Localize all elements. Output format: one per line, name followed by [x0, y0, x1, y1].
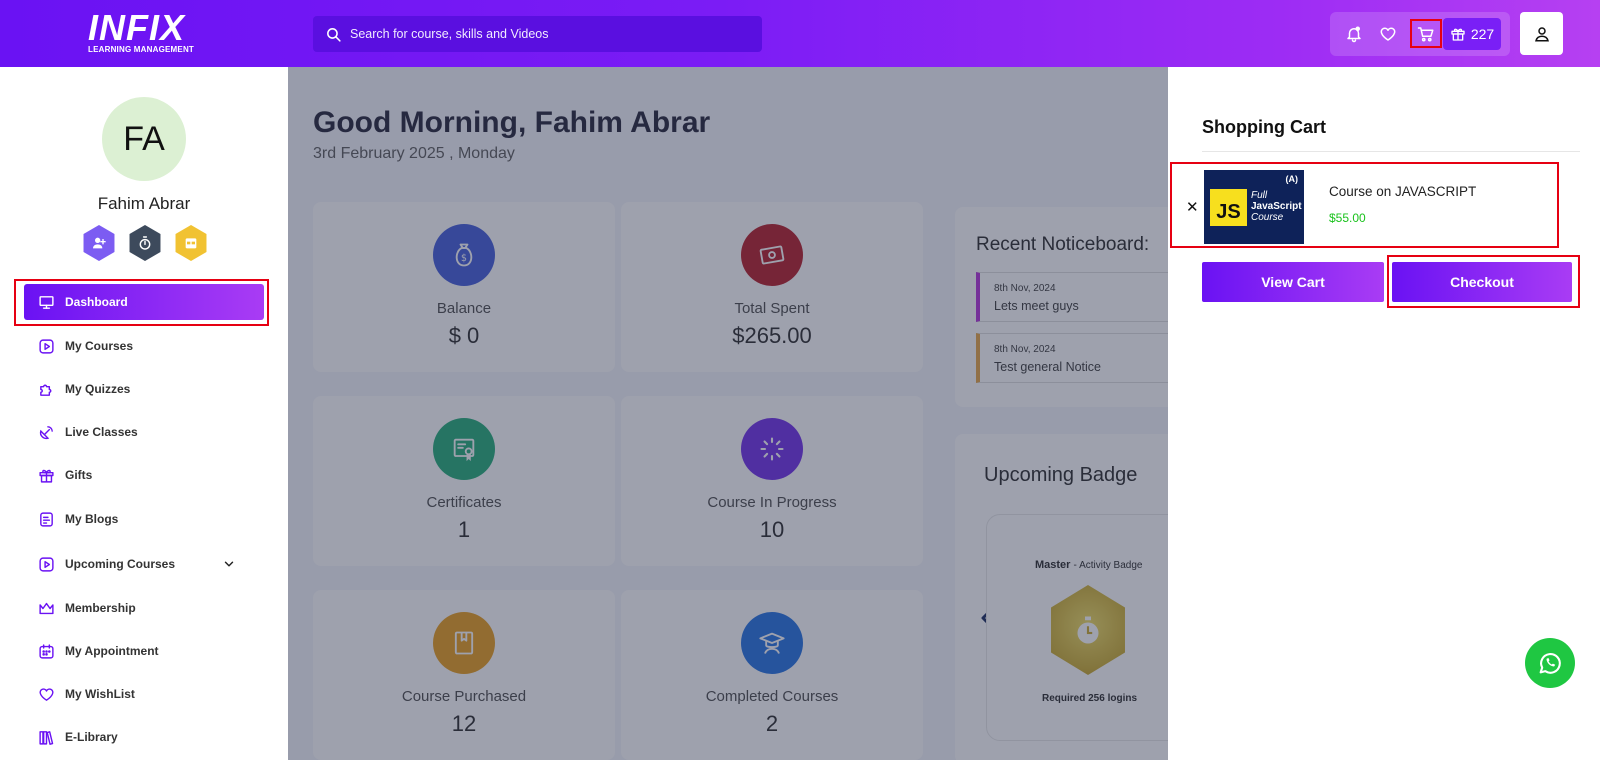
avatar[interactable]: FA — [102, 97, 186, 181]
search-bar — [313, 16, 762, 52]
sidebar-item-e-library[interactable]: E-Library — [24, 718, 264, 756]
cart-icon — [1417, 26, 1434, 41]
thumbnail-caption-line: Course — [1251, 212, 1284, 223]
stopwatch-icon — [139, 236, 151, 250]
sidebar-item-dashboard[interactable]: Dashboard — [24, 284, 264, 320]
thumbnail-caption-line: Full — [1251, 190, 1268, 201]
badge-timer[interactable] — [129, 225, 161, 261]
play-square-icon — [39, 338, 54, 354]
gift-icon — [39, 469, 54, 483]
sidebar-item-my-appointment[interactable]: My Appointment — [24, 632, 264, 670]
cart-item: ✕ (A) JS Full JavaScript Course Course o… — [1170, 162, 1559, 248]
calendar-icon — [185, 238, 197, 249]
checkout-button[interactable]: Checkout — [1392, 262, 1572, 302]
add-user-icon — [93, 237, 106, 249]
crown-icon — [39, 602, 54, 614]
sidebar: FA Fahim Abrar Dashboard My Courses My Q… — [0, 67, 288, 760]
sidebar-item-label: My WishList — [65, 687, 135, 701]
chevron-down-icon[interactable] — [222, 557, 236, 571]
sidebar-item-my-quizzes[interactable]: My Quizzes — [24, 370, 264, 408]
sidebar-item-my-courses[interactable]: My Courses — [24, 327, 264, 365]
sidebar-item-label: E-Library — [65, 730, 118, 744]
gift-icon — [1451, 28, 1465, 41]
sidebar-item-label: My Appointment — [65, 644, 159, 658]
search-input[interactable] — [350, 27, 750, 41]
sidebar-item-label: My Quizzes — [65, 382, 131, 396]
cart-item-price: $55.00 — [1329, 211, 1366, 225]
sidebar-item-label: Membership — [65, 601, 136, 615]
sidebar-item-live-classes[interactable]: Live Classes — [24, 413, 264, 451]
satellite-icon — [39, 425, 53, 439]
top-bar: INFIX LEARNING MANAGEMENT 227 — [0, 0, 1600, 67]
angular-logo-icon: (A) — [1285, 174, 1299, 184]
course-thumbnail[interactable]: (A) JS Full JavaScript Course — [1204, 170, 1304, 244]
thumbnail-caption: Full JavaScript Course — [1251, 190, 1302, 223]
user-name: Fahim Abrar — [97, 194, 191, 213]
wishlist-button[interactable] — [1376, 22, 1400, 46]
bell-icon — [1347, 26, 1361, 43]
js-logo: JS — [1210, 189, 1247, 226]
sidebar-item-my-wishlist[interactable]: My WishList — [24, 675, 264, 713]
calendar-icon — [39, 643, 54, 659]
divider — [1202, 151, 1580, 152]
sidebar-item-label: Upcoming Courses — [65, 557, 176, 571]
cart-button[interactable] — [1410, 19, 1442, 48]
search-icon — [327, 27, 341, 42]
view-cart-button[interactable]: View Cart — [1202, 262, 1384, 302]
cart-title: Shopping Cart — [1202, 117, 1326, 137]
whatsapp-chat-button[interactable] — [1525, 638, 1575, 688]
sidebar-item-label: Dashboard — [65, 295, 128, 309]
logo[interactable]: INFIX LEARNING MANAGEMENT — [88, 7, 198, 56]
sidebar-item-label: My Blogs — [65, 512, 119, 526]
logo-subtitle: LEARNING MANAGEMENT — [88, 45, 195, 54]
user-menu-button[interactable] — [1520, 12, 1563, 55]
badge-calendar[interactable] — [175, 225, 207, 261]
sidebar-item-gifts[interactable]: Gifts — [24, 456, 264, 494]
badge-add-friend[interactable] — [83, 225, 115, 261]
gift-points-button[interactable]: 227 — [1443, 18, 1501, 50]
sidebar-item-upcoming-courses[interactable]: Upcoming Courses — [24, 545, 264, 583]
sidebar-item-my-blogs[interactable]: My Blogs — [24, 500, 264, 538]
monitor-icon — [39, 295, 54, 309]
remove-item-button[interactable]: ✕ — [1186, 198, 1199, 216]
sidebar-item-membership[interactable]: Membership — [24, 589, 264, 627]
thumbnail-caption-line: JavaScript — [1251, 201, 1302, 212]
heart-icon — [1380, 27, 1396, 41]
sidebar-item-label: Gifts — [65, 468, 93, 482]
document-icon — [40, 511, 53, 527]
header-icon-group: 227 — [1330, 12, 1510, 56]
puzzle-icon — [40, 384, 52, 396]
sidebar-item-label: Live Classes — [65, 425, 138, 439]
user-icon — [1534, 26, 1549, 41]
heart-icon — [39, 687, 54, 701]
user-badges — [81, 225, 209, 261]
sidebar-item-label: My Courses — [65, 339, 134, 353]
books-icon — [39, 730, 54, 745]
cart-item-name[interactable]: Course on JAVASCRIPT — [1329, 184, 1476, 199]
logo-text: INFIX — [88, 7, 186, 48]
gift-points-count: 227 — [1470, 26, 1495, 42]
whatsapp-icon — [1539, 653, 1561, 674]
play-square-icon — [39, 556, 54, 572]
notification-button[interactable] — [1342, 22, 1366, 46]
modal-backdrop[interactable] — [288, 67, 1168, 760]
